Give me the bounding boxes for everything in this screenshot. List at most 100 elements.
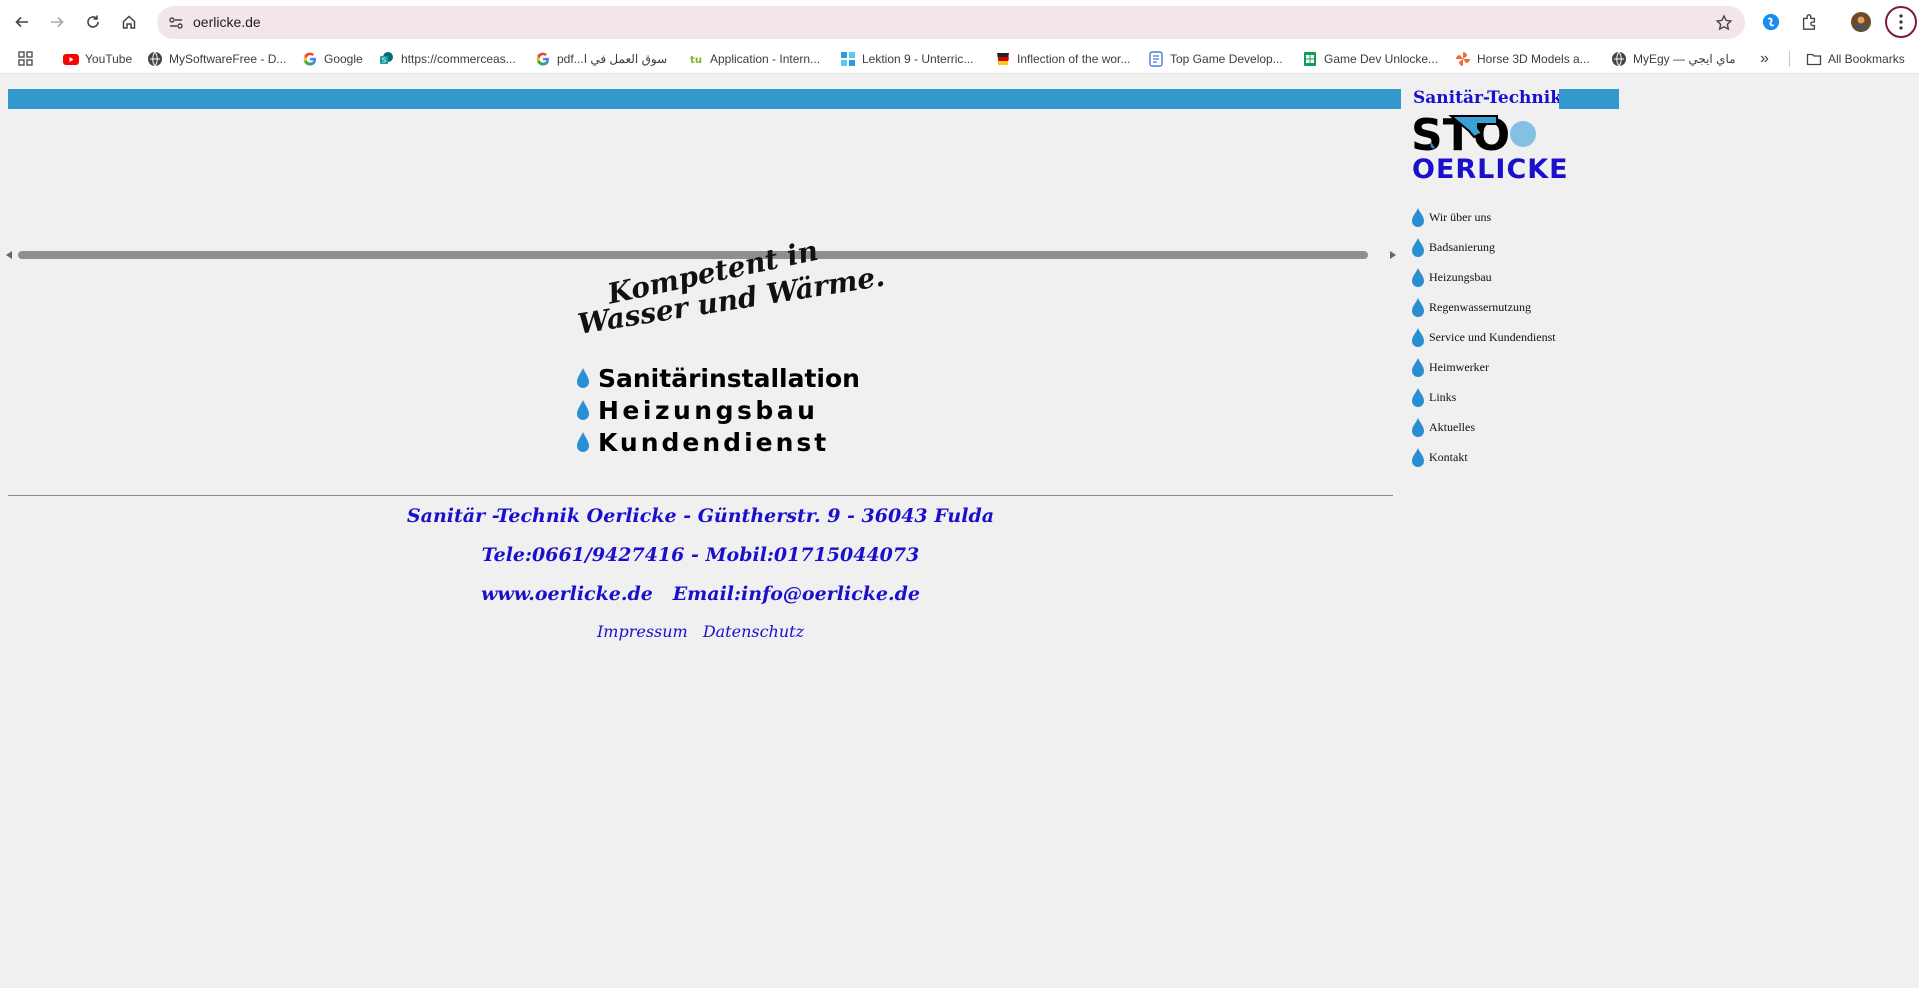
menu-item-heizungsbau[interactable]: Heizungsbau (1411, 266, 1492, 288)
extension-button[interactable] (1759, 10, 1783, 34)
bookmark-label: Horse 3D Models a... (1477, 52, 1590, 66)
apps-button[interactable] (18, 50, 34, 68)
bookmark-label: Google (324, 52, 363, 66)
bookmark-label: YouTube (85, 52, 133, 66)
service-label: Heizungsbau (598, 395, 819, 425)
arrow-right-icon (51, 16, 64, 28)
doc-icon (1149, 51, 1163, 67)
url-text[interactable]: oerlicke.de (193, 14, 261, 30)
menu-label: Heimwerker (1429, 359, 1489, 374)
bookmark-mysoftwarefree[interactable]: MySoftwareFree - D... (147, 50, 286, 68)
svg-text:S: S (382, 57, 387, 65)
impressum-link[interactable]: Impressum (597, 622, 688, 641)
water-drop-icon (1412, 417, 1424, 437)
reload-button[interactable] (79, 8, 107, 36)
bookmark-label: https://commerceas... (401, 52, 516, 66)
bookmarks-bar: YouTube MySoftwareFree - D... Google S h… (0, 44, 1919, 74)
bookmark-label: Game Dev Unlocke... (1324, 52, 1439, 66)
water-drop-icon (577, 400, 589, 420)
chevron-double-right-icon: » (1760, 50, 1769, 67)
grid-icon (841, 52, 855, 66)
menu-item-service[interactable]: Service und Kundendienst (1411, 326, 1556, 348)
menu-item-links[interactable]: Links (1411, 386, 1456, 408)
menu-label: Kontakt (1429, 449, 1468, 464)
bookmark-myegy[interactable]: MyEgy — ماي ايجي (1611, 50, 1736, 68)
menu-label: Aktuelles (1429, 419, 1475, 434)
logo-title: Sanitär-Technik (1413, 88, 1562, 108)
water-drop-icon (1412, 327, 1424, 347)
reload-icon (87, 15, 99, 28)
bookmark-application[interactable]: tu Application - Intern... (688, 50, 820, 68)
bookmark-label: All Bookmarks (1828, 52, 1905, 66)
tu-icon: tu (690, 55, 702, 66)
datenschutz-link[interactable]: Datenschutz (703, 622, 804, 641)
address-line: Sanitär -Technik Oerlicke - Güntherstr. … (406, 505, 995, 527)
bookmark-label: Top Game Develop... (1170, 52, 1283, 66)
back-button[interactable] (8, 8, 36, 36)
water-drop-icon (577, 368, 589, 388)
address-bar[interactable]: oerlicke.de (157, 6, 1745, 39)
menu-button[interactable] (1885, 6, 1917, 38)
water-drop-icon (1412, 357, 1424, 377)
browser-toolbar: oerlicke.de (0, 0, 1919, 44)
sheet-icon (1304, 52, 1316, 66)
menu-item-kontakt[interactable]: Kontakt (1411, 446, 1468, 468)
menu-label: Links (1429, 389, 1457, 404)
home-button[interactable] (115, 8, 143, 36)
site-settings-icon[interactable] (167, 14, 185, 32)
menu-item-wir-ueber-uns[interactable]: Wir über uns (1411, 206, 1491, 228)
water-drop-icon (1412, 297, 1424, 317)
avatar-icon (1851, 12, 1871, 32)
header-blue-bar (8, 89, 1401, 109)
bookmark-pdf[interactable]: pdf...سوق العمل في ا (535, 50, 667, 68)
scrollbar-thumb[interactable] (18, 251, 1368, 259)
more-vertical-icon (1899, 14, 1903, 30)
bookmark-inflection[interactable]: Inflection of the wor... (995, 50, 1130, 68)
bookmark-label: pdf...سوق العمل في ا (557, 52, 668, 66)
more-bookmarks-button[interactable]: » (1760, 50, 1769, 68)
pinwheel-icon (1456, 52, 1470, 66)
water-drop-icon (1412, 387, 1424, 407)
company-logo[interactable]: Sanitär-Technik STO OERLICKE (1411, 88, 1619, 188)
arrow-left-icon (15, 16, 28, 28)
footer-links: Impressum Datenschutz (8, 622, 1393, 641)
google-icon (536, 52, 549, 66)
bookmark-youtube[interactable]: YouTube (63, 50, 132, 68)
bookmark-label: MyEgy — ماي ايجي (1633, 52, 1736, 66)
flag-icon (997, 53, 1009, 65)
service-item: Heizungsbau (576, 395, 818, 425)
bookmark-topgame[interactable]: Top Game Develop... (1148, 50, 1283, 68)
scroll-left-icon[interactable] (4, 250, 14, 260)
bookmark-google[interactable]: Google (302, 50, 363, 68)
shazam-icon (1762, 13, 1780, 31)
menu-item-heimwerker[interactable]: Heimwerker (1411, 356, 1489, 378)
bookmark-horse[interactable]: Horse 3D Models a... (1455, 50, 1590, 68)
bookmark-star-icon[interactable] (1715, 14, 1733, 32)
logo-city: OERLICKE (1412, 154, 1569, 185)
web-email-line[interactable]: www.oerlicke.de Email:info@oerlicke.de (8, 583, 1393, 605)
google-icon (303, 52, 316, 66)
bookmark-label: Application - Intern... (710, 52, 821, 66)
bookmark-commerceas[interactable]: S https://commerceas... (379, 50, 516, 68)
scroll-right-icon[interactable] (1388, 250, 1398, 260)
forward-button[interactable] (43, 8, 71, 36)
bookmark-gamedev[interactable]: Game Dev Unlocke... (1302, 50, 1438, 68)
phone-line: Tele:0661/9427416 - Mobil:01715044073 (481, 544, 920, 566)
menu-item-regenwassernutzung[interactable]: Regenwassernutzung (1411, 296, 1531, 318)
water-drop-icon (1412, 207, 1424, 227)
menu-item-badsanierung[interactable]: Badsanierung (1411, 236, 1495, 258)
sto-logo-mark: STO (1411, 112, 1536, 154)
all-bookmarks-button[interactable]: All Bookmarks (1806, 50, 1905, 68)
bookmark-lektion[interactable]: Lektion 9 - Unterric... (840, 50, 973, 68)
sharepoint-icon: S (380, 52, 393, 65)
menu-item-aktuelles[interactable]: Aktuelles (1411, 416, 1475, 438)
extensions-button[interactable] (1797, 10, 1821, 34)
water-drop-icon (1412, 237, 1424, 257)
globe-icon (1612, 51, 1626, 67)
menu-label: Regenwassernutzung (1429, 299, 1531, 314)
home-icon (122, 15, 136, 29)
menu-label: Wir über uns (1429, 209, 1492, 224)
water-drop-icon (577, 432, 589, 452)
profile-button[interactable] (1849, 10, 1873, 34)
youtube-icon (63, 54, 79, 65)
